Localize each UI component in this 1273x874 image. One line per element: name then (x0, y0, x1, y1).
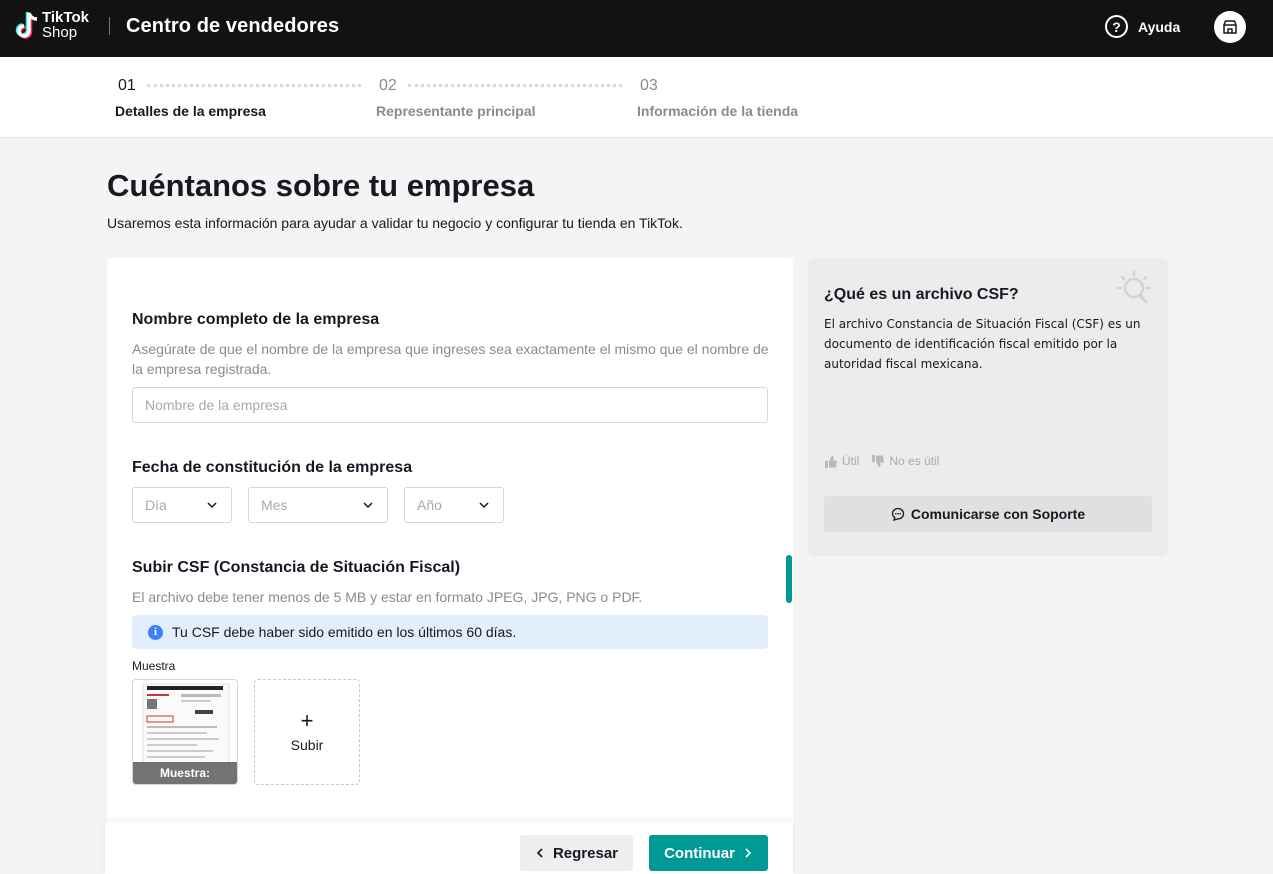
continue-button[interactable]: Continuar (649, 835, 768, 871)
logo-line-shop: Shop (42, 24, 78, 41)
page-title: Cuéntanos sobre tu empresa (107, 168, 535, 203)
feedback-row: Útil No es útil (824, 454, 939, 468)
csf-sample-thumbnail[interactable]: Muestra: (132, 679, 238, 785)
lightbulb-icon (1116, 270, 1152, 304)
store-icon (1223, 20, 1237, 34)
step-2-number: 02 (379, 77, 397, 94)
not-useful-label: No es útil (889, 454, 940, 468)
form-footer: Regresar Continuar (105, 822, 793, 874)
step-1-label: Detalles de la empresa (115, 103, 266, 119)
sample-label: Muestra (132, 659, 176, 673)
step-1-number: 01 (118, 77, 136, 94)
store-button[interactable] (1214, 11, 1246, 43)
help-label: Ayuda (1138, 18, 1181, 35)
upload-label: Subir (290, 737, 324, 753)
logo-wordmark: TikTok Shop (42, 10, 89, 40)
contact-support-label: Comunicarse con Soporte (910, 506, 1086, 522)
company-name-label: Nombre completo de la empresa (132, 311, 380, 328)
step-3: 03 Información de la tienda (637, 77, 798, 119)
csf-info-banner: i Tu CSF debe haber sido emitido en los … (132, 615, 768, 649)
year-select-value: Año (417, 497, 442, 513)
csf-info-text: Tu CSF debe haber sido emitido en los úl… (172, 624, 517, 640)
continue-button-label: Continuar (664, 844, 735, 862)
chevron-down-icon (479, 502, 489, 509)
thumbs-up-icon (825, 455, 837, 468)
header-divider (109, 17, 110, 35)
sample-caption: Muestra: (133, 762, 237, 784)
thumbs-down-icon (872, 454, 885, 467)
side-panel-title: ¿Qué es un archivo CSF? (824, 286, 1019, 303)
useful-label: Útil (842, 454, 860, 468)
company-name-input[interactable] (132, 387, 768, 423)
csf-help: El archivo debe tener menos de 5 MB y es… (132, 589, 643, 605)
step-connector-2 (408, 84, 622, 87)
page-subtitle: Usaremos esta información para ayudar a … (107, 215, 683, 231)
plus-icon: + (300, 708, 314, 733)
logo-line-tiktok: TikTok (42, 9, 89, 26)
chevron-down-icon (363, 502, 373, 509)
chevron-left-icon (536, 848, 543, 858)
month-select[interactable]: Mes (248, 487, 388, 523)
company-details-form: Nombre completo de la empresa Asegúrate … (107, 258, 793, 874)
csf-label: Subir CSF (Constancia de Situación Fisca… (132, 559, 461, 576)
app-title: Centro de vendedores (126, 15, 340, 37)
scroll-indicator[interactable] (786, 555, 792, 603)
chevron-right-icon (745, 848, 752, 858)
step-2-label: Representante principal (376, 103, 536, 119)
top-bar: TikTok Shop Centro de vendedores ? Ayuda (0, 0, 1273, 57)
step-1: 01 Detalles de la empresa (115, 77, 266, 119)
chevron-down-icon (207, 502, 217, 509)
step-3-label: Información de la tienda (637, 103, 799, 119)
progress-stepper: 01 Detalles de la empresa 02 Representan… (0, 57, 1273, 138)
not-useful-button[interactable]: No es útil (871, 454, 939, 468)
step-3-number: 03 (640, 77, 658, 94)
back-button-label: Regresar (552, 844, 619, 862)
back-button[interactable]: Regresar (520, 835, 633, 871)
day-select[interactable]: Día (132, 487, 232, 523)
side-panel-body: El archivo Constancia de Situación Fisca… (824, 317, 1141, 371)
help-icon: ? (1105, 15, 1128, 38)
year-select[interactable]: Año (404, 487, 504, 523)
step-2: 02 Representante principal (376, 77, 536, 119)
founding-date-label: Fecha de constitución de la empresa (132, 459, 413, 476)
csf-help-panel: ¿Qué es un archivo CSF? El archivo Const… (808, 258, 1168, 556)
help-button[interactable]: ? Ayuda (1105, 15, 1180, 38)
csf-upload-button[interactable]: + Subir (254, 679, 360, 785)
company-name-help: Asegúrate de que el nombre de la empresa… (132, 341, 769, 377)
day-select-value: Día (145, 497, 167, 513)
month-select-value: Mes (261, 497, 288, 513)
contact-support-button[interactable]: Comunicarse con Soporte (824, 496, 1152, 532)
info-icon: i (148, 624, 163, 640)
step-connector-1 (147, 84, 361, 87)
useful-button[interactable]: Útil (824, 454, 859, 468)
chat-bubble-icon (891, 507, 905, 521)
